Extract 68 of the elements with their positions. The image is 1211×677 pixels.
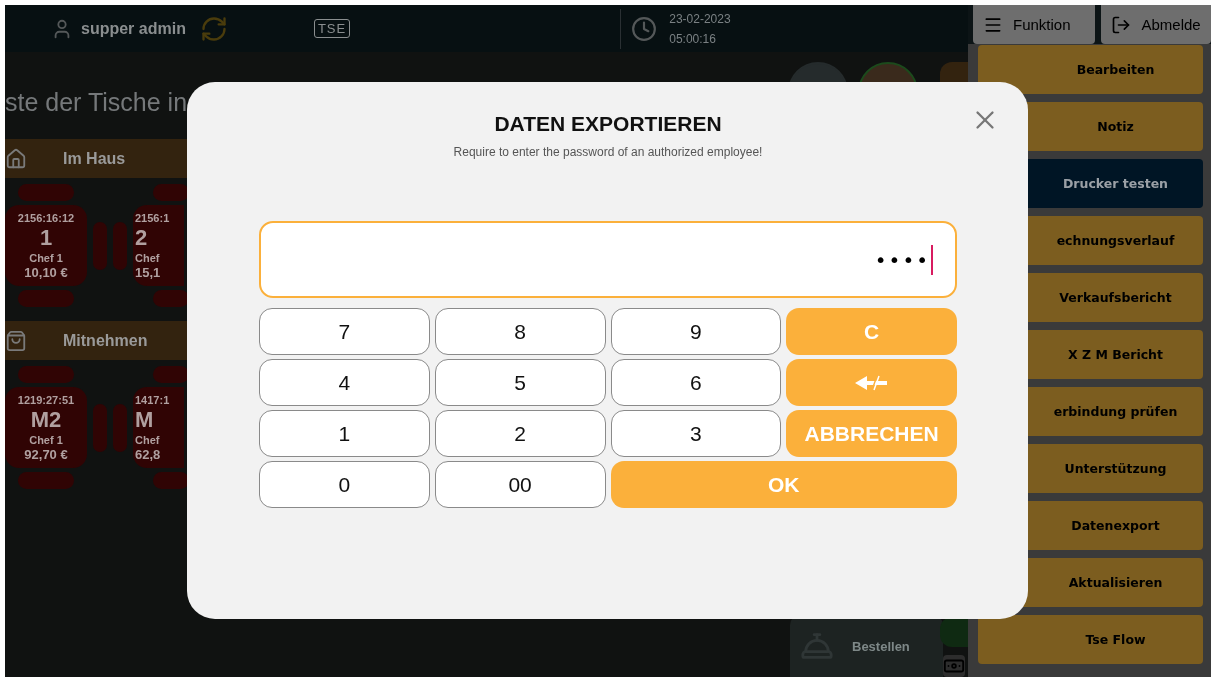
- digit-key[interactable]: 7: [259, 308, 430, 355]
- digit-key[interactable]: 4: [259, 359, 430, 406]
- chair-shape: [113, 403, 127, 452]
- chair-shape: [113, 221, 127, 270]
- table-name: 2: [135, 224, 148, 251]
- table-card[interactable]: 1219:27:51 M2 Chef 1 92,70 €: [5, 387, 87, 468]
- digit-key[interactable]: 00: [434, 461, 606, 508]
- function-button[interactable]: Funktion: [973, 5, 1096, 44]
- table-amount: 15,1: [135, 264, 161, 281]
- table-timer: 2156:1: [135, 210, 170, 225]
- logout-button[interactable]: Abmelde: [1101, 5, 1211, 44]
- time-text: 05:00:16: [669, 31, 717, 46]
- table-card[interactable]: 2156:16:12 1 Chef 1 10,10 €: [5, 205, 87, 286]
- chair-shape: [93, 221, 107, 270]
- section-label: Mitnehmen: [63, 331, 148, 350]
- clock-icon: [631, 15, 658, 42]
- backspace-icon: [854, 374, 889, 391]
- date-text: 23-02-2023: [669, 11, 731, 26]
- table-name: M2: [30, 406, 62, 433]
- dialog-subtitle: Require to enter the password of an authorized employee!: [453, 145, 763, 159]
- backspace-key[interactable]: [786, 359, 957, 406]
- function-item[interactable]: Bearbeiten: [978, 45, 1203, 94]
- chair-shape: [18, 290, 74, 307]
- user-name: supper admin: [81, 19, 186, 38]
- chair-shape: [18, 472, 74, 489]
- chair-shape: [93, 403, 107, 452]
- view-title: ste der Tische in: [5, 88, 187, 117]
- table-timer: 1219:27:51: [17, 392, 75, 407]
- table-timer: 2156:16:12: [17, 210, 75, 225]
- table-amount: 10,10 €: [24, 264, 68, 281]
- logout-icon: [1111, 14, 1132, 35]
- password-field[interactable]: ••••: [259, 221, 957, 298]
- digit-key[interactable]: 1: [259, 410, 430, 457]
- section-label: Im Haus: [63, 149, 126, 168]
- table-card[interactable]: 1417:1 M Chef 62,8: [133, 387, 184, 468]
- section-header[interactable]: Mitnehmen: [5, 321, 187, 360]
- side-tab[interactable]: [940, 617, 968, 647]
- sync-icon[interactable]: [199, 14, 228, 43]
- table-timer: 1417:1: [135, 392, 170, 407]
- chair-shape: [153, 184, 187, 201]
- chair-shape: [18, 366, 74, 383]
- table-amount: 92,70 €: [24, 446, 68, 463]
- section-header[interactable]: Im Haus: [5, 139, 187, 178]
- table-waiter: Chef 1: [29, 432, 63, 447]
- digit-key[interactable]: 2: [434, 410, 606, 457]
- digit-key[interactable]: 9: [610, 308, 782, 355]
- tse-badge: TSE: [313, 19, 351, 38]
- table-waiter: Chef: [135, 432, 160, 447]
- chair-shape: [18, 184, 74, 201]
- digit-key[interactable]: 5: [434, 359, 606, 406]
- digit-key[interactable]: 6: [610, 359, 782, 406]
- table-waiter: Chef 1: [29, 250, 63, 265]
- digit-key[interactable]: 0: [259, 461, 430, 508]
- bag-icon: [5, 329, 27, 352]
- table-name: M: [135, 406, 154, 433]
- house-icon: [5, 147, 27, 170]
- digit-key[interactable]: 8: [434, 308, 606, 355]
- dialog-title: DATEN EXPORTIEREN: [494, 112, 722, 136]
- function-item[interactable]: Tse Flow: [978, 615, 1203, 664]
- table-waiter: Chef: [135, 250, 160, 265]
- table-amount: 62,8: [135, 446, 161, 463]
- table-name: 1: [39, 224, 53, 251]
- digit-key[interactable]: 3: [610, 410, 782, 457]
- chair-shape: [153, 472, 187, 489]
- chair-shape: [153, 366, 187, 383]
- chair-shape: [153, 290, 187, 307]
- table-card[interactable]: 2156:1 2 Chef 15,1: [133, 205, 184, 286]
- cash-icon[interactable]: [943, 655, 965, 677]
